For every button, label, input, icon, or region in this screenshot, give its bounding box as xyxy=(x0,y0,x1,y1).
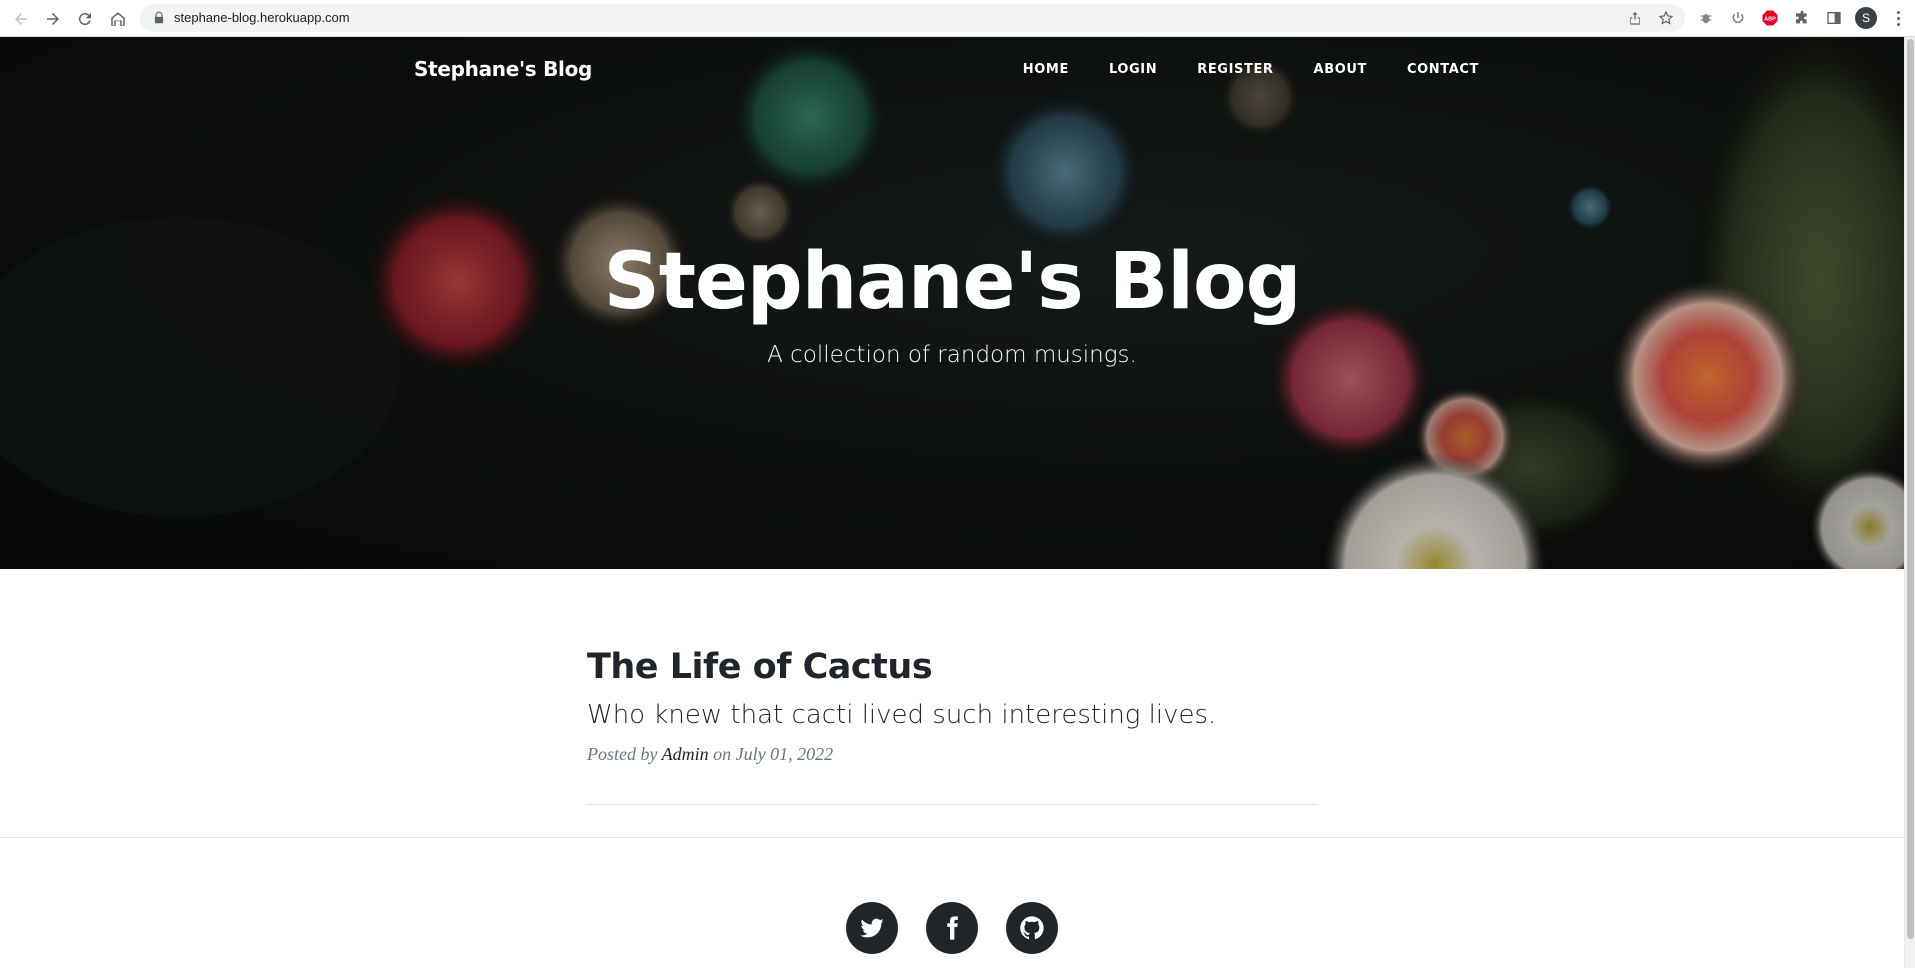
reload-icon[interactable] xyxy=(72,6,98,32)
post-preview: The Life of Cactus Who knew that cacti l… xyxy=(587,647,1317,765)
home-icon[interactable] xyxy=(105,6,131,32)
puzzle-extension-icon[interactable] xyxy=(1793,9,1811,27)
url-text[interactable]: stephane-blog.herokuapp.com xyxy=(174,10,350,25)
scrollbar-thumb[interactable] xyxy=(1907,39,1914,939)
post-date: July 01, 2022 xyxy=(735,744,834,764)
post-divider xyxy=(587,804,1317,805)
post-subtitle-link[interactable]: Who knew that cacti lived such interesti… xyxy=(587,700,1317,730)
post-author-link[interactable]: Admin xyxy=(662,744,709,764)
share-icon[interactable] xyxy=(1627,10,1643,26)
post-meta-prefix: Posted by xyxy=(587,744,658,764)
bug-extension-icon[interactable] xyxy=(1697,9,1715,27)
nav-register[interactable]: REGISTER xyxy=(1197,62,1273,77)
adblock-extension-icon[interactable]: ABP xyxy=(1761,9,1779,27)
post-meta-on: on xyxy=(713,744,732,764)
page-viewport: Stephane's Blog HOME LOGIN REGISTER ABOU… xyxy=(0,37,1904,968)
github-link[interactable] xyxy=(1006,902,1058,954)
browser-toolbar: stephane-blog.herokuapp.com ABP S xyxy=(0,0,1915,37)
site-brand[interactable]: Stephane's Blog xyxy=(414,57,592,81)
nav-contact[interactable]: CONTACT xyxy=(1407,62,1479,77)
svg-text:ABP: ABP xyxy=(1764,16,1776,22)
post-meta: Posted by Admin on July 01, 2022 xyxy=(587,744,1317,765)
hero-subtitle: A collection of random musings. xyxy=(767,342,1137,368)
twitter-icon xyxy=(860,918,884,938)
twitter-link[interactable] xyxy=(846,902,898,954)
nav-login[interactable]: LOGIN xyxy=(1109,62,1157,77)
main-nav: HOME LOGIN REGISTER ABOUT CONTACT xyxy=(983,62,1479,77)
forward-icon[interactable] xyxy=(40,6,66,32)
power-extension-icon[interactable] xyxy=(1729,9,1747,27)
footer-divider xyxy=(0,837,1904,838)
github-icon xyxy=(1020,916,1044,940)
back-icon[interactable] xyxy=(8,6,34,32)
hero-title: Stephane's Blog xyxy=(603,237,1302,327)
profile-avatar[interactable]: S xyxy=(1855,7,1877,29)
star-icon[interactable] xyxy=(1658,10,1674,26)
nav-about[interactable]: ABOUT xyxy=(1314,62,1367,77)
masthead: Stephane's Blog HOME LOGIN REGISTER ABOU… xyxy=(0,37,1904,569)
facebook-link[interactable] xyxy=(926,902,978,954)
page-scrollbar[interactable] xyxy=(1904,37,1915,968)
kebab-menu-icon[interactable] xyxy=(1893,9,1903,27)
lock-icon[interactable] xyxy=(152,11,166,25)
sidepanel-icon[interactable] xyxy=(1825,9,1843,27)
address-bar[interactable]: stephane-blog.herokuapp.com xyxy=(140,4,1685,32)
nav-home[interactable]: HOME xyxy=(1023,62,1069,77)
social-links xyxy=(0,902,1904,954)
facebook-icon xyxy=(947,916,958,940)
post-title-link[interactable]: The Life of Cactus xyxy=(587,647,1317,687)
